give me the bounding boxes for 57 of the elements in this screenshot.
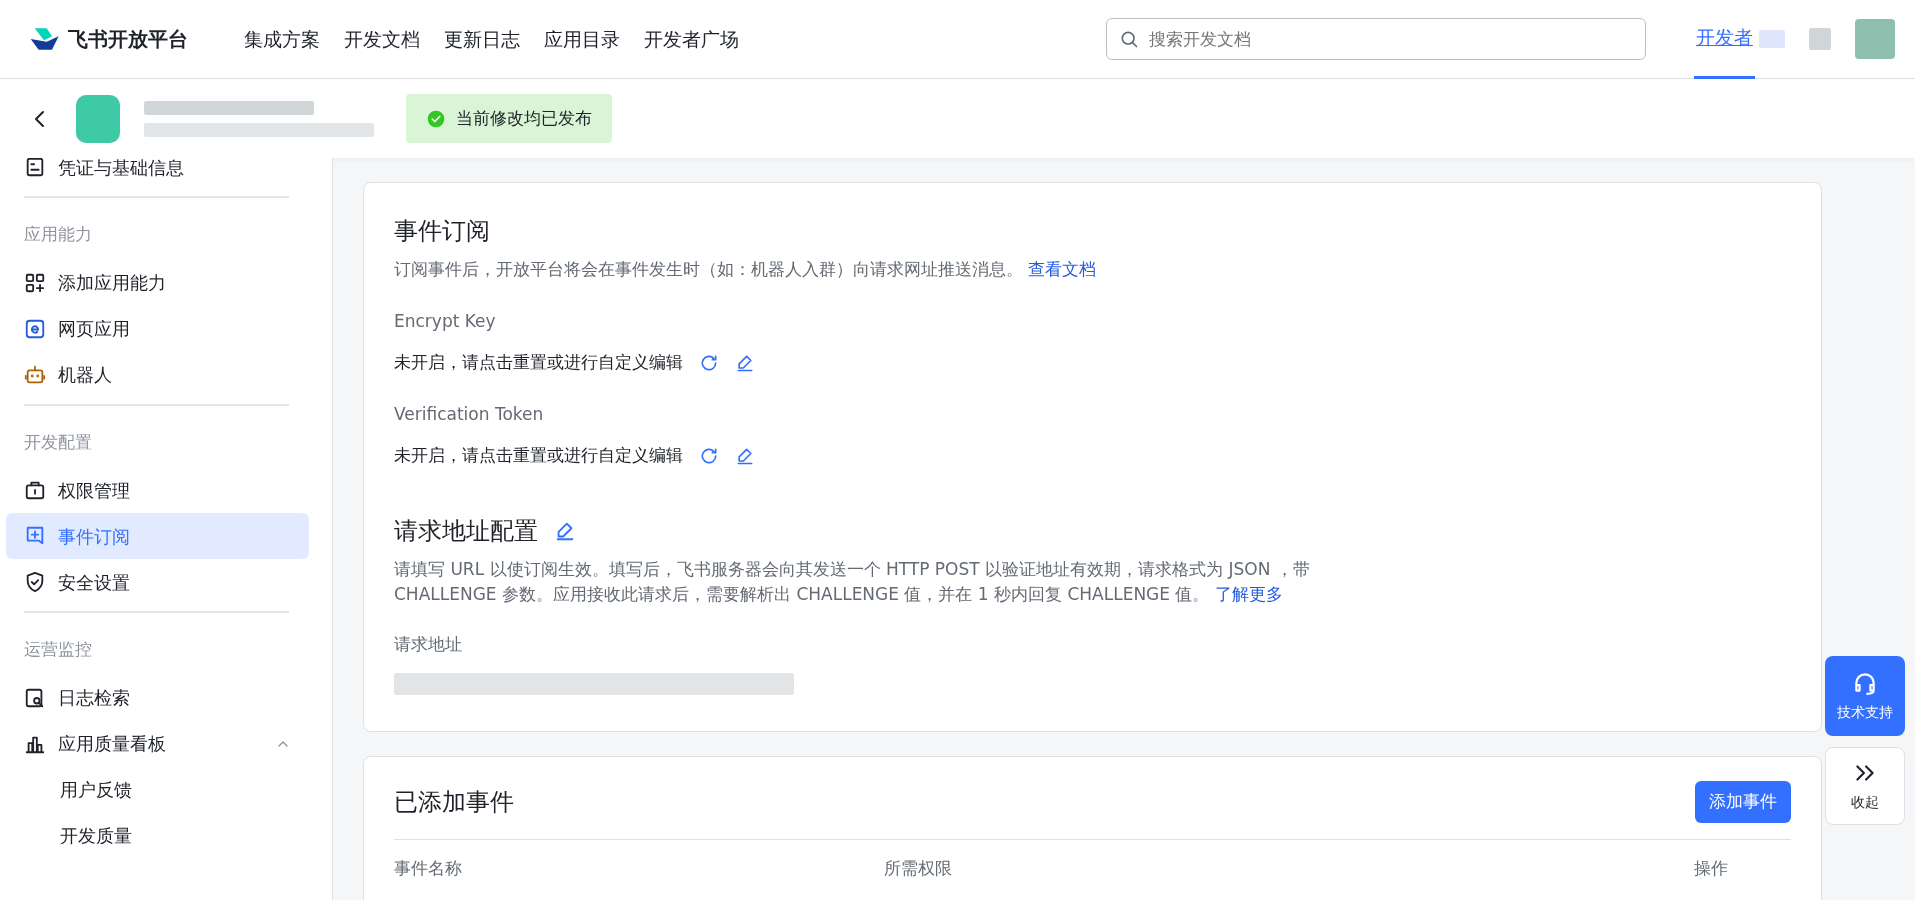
avatar-placeholder [1855,19,1895,59]
collapse-button[interactable]: 收起 [1825,747,1905,825]
briefcase-icon [24,479,46,501]
blurred-text [1759,30,1785,48]
field-label: 请求地址 [394,632,463,656]
field-label: Encrypt Key [394,309,497,333]
section-heading: 请求地址配置 [394,515,538,547]
support-button[interactable]: 技术支持 [1825,656,1905,736]
sidebar-subitem[interactable]: 开发质量 [6,812,309,859]
sidebar-item[interactable]: 凭证与基础信息 [6,158,309,190]
column-header: 所需权限 [884,856,953,880]
search-field[interactable]: 搜索开发文档 [1106,18,1646,60]
card-title: 已添加事件 [394,786,514,818]
sidebar-item[interactable]: 应用质量看板 [6,720,309,767]
description-text: 订阅事件后，开放平台将会在事件发生时（如：机器人入群）向请求网址推送消息。 查看文档 [394,258,1098,281]
nav-link[interactable]: 开发者广场 [644,24,739,54]
column-header: 操作 [1694,856,1728,880]
sidebar-subitem[interactable]: 用户反馈 [6,766,309,813]
app-icon-placeholder [76,94,120,143]
check-circle-icon [426,108,446,129]
shield-check-icon [24,571,46,593]
field-label: Verification Token [394,402,545,426]
section-title: 开发配置 [23,430,93,454]
sidebar-item[interactable]: 日志检索 [6,674,309,721]
field-value: 未开启，请点击重置或进行自定义编辑 [394,351,683,374]
section-title: 应用能力 [23,223,93,246]
sidebar-item[interactable]: 权限管理 [6,467,309,513]
section-title: 运营监控 [23,638,93,661]
document-icon [24,158,46,178]
status-text: 当前修改均已发布 [456,106,592,130]
nav-link[interactable]: 应用目录 [544,24,620,54]
apps-grid-icon [24,271,46,294]
nav-link[interactable]: 集成方案 [244,24,320,54]
blurred-icon [1809,28,1831,50]
field-value: 未开启，请点击重置或进行自定义编辑 [394,444,683,467]
sidebar-item[interactable]: 事件订阅 [6,513,309,559]
support-label: 技术支持 [1837,702,1893,722]
logo-text: 飞书开放平台 [68,26,188,53]
doc-link[interactable]: 查看文档 [1028,259,1097,279]
sidebar-item[interactable]: 安全设置 [6,559,309,605]
card-title: 事件订阅 [394,216,491,247]
robot-icon [24,363,46,386]
collapse-label: 收起 [1851,792,1879,812]
edit-icon[interactable] [735,445,755,466]
description-text: 请填写 URL 以使订阅生效。填写后，飞书服务器会向其发送一个 HTTP POST 以验证地址有效期，请求格式为 JSON ，带 CHALLENGE 参数。应用接收此请求后，需要解析出 CHALLENGE 值，并在 1 秒内回复 CHALLENGE 值。 了解更多 [394,557,1311,606]
learn-more-link[interactable]: 了解更多 [1214,584,1283,604]
nav-link[interactable]: 更新日志 [444,24,520,54]
add-event-button[interactable]: 添加事件 [1695,781,1791,823]
sidebar-item[interactable]: 网页应用 [6,305,309,352]
event-icon [24,525,46,547]
edit-icon[interactable] [735,352,755,373]
sidebar-item[interactable]: 机器人 [6,351,309,398]
nav-link[interactable]: 开发文档 [344,24,420,54]
log-search-icon [24,686,46,709]
sidebar-item[interactable]: 添加应用能力 [6,259,309,306]
column-header: 事件名称 [394,856,463,880]
web-app-icon [24,317,46,340]
